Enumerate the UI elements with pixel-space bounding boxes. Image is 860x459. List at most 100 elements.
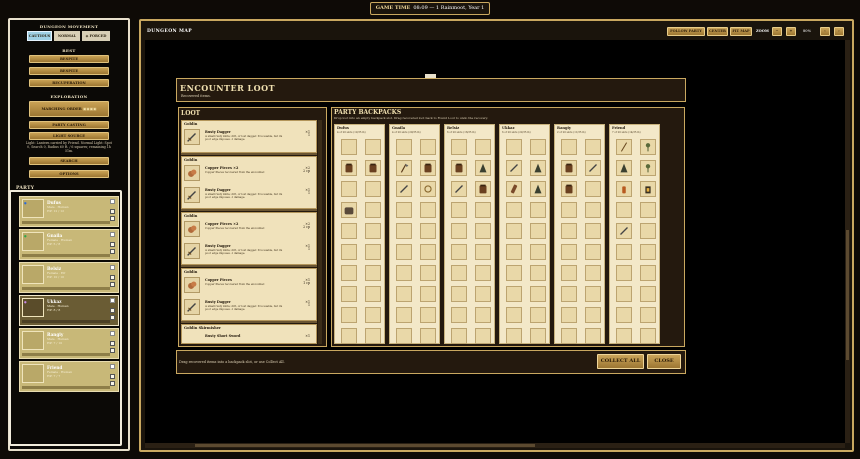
backpack-slot-empty[interactable] bbox=[585, 223, 601, 239]
member-up-icon[interactable] bbox=[110, 374, 115, 379]
backpack-slot-empty[interactable] bbox=[475, 286, 491, 302]
backpack-slot-empty[interactable] bbox=[341, 265, 357, 281]
backpack-slot-empty[interactable] bbox=[506, 202, 522, 218]
member-up-icon[interactable] bbox=[110, 242, 115, 247]
backpack-slot-empty[interactable] bbox=[396, 307, 412, 323]
loot-item[interactable]: Rusty Dagger A small rusty knife; dirt, … bbox=[184, 129, 316, 146]
backpack-slot-empty[interactable] bbox=[530, 244, 546, 260]
close-button[interactable]: CLOSE bbox=[647, 354, 681, 369]
loot-item[interactable]: Copper Pieces ×2 Copper Pieces recovered… bbox=[184, 165, 316, 182]
backpack-slot-empty[interactable] bbox=[561, 139, 577, 155]
backpack-slot-empty[interactable] bbox=[451, 202, 467, 218]
backpack-slot-filled[interactable] bbox=[506, 181, 522, 197]
backpack-slot-empty[interactable] bbox=[530, 139, 546, 155]
backpack-slot-empty[interactable] bbox=[561, 328, 577, 344]
party-member-card[interactable]: Friend Female · Human HP: 7 / 7 bbox=[19, 361, 119, 392]
backpack-slot-filled[interactable] bbox=[585, 160, 601, 176]
backpack-slot-empty[interactable] bbox=[561, 202, 577, 218]
backpack-slot-empty[interactable] bbox=[475, 223, 491, 239]
backpack-slot-empty[interactable] bbox=[420, 328, 436, 344]
backpack-slot-empty[interactable] bbox=[585, 328, 601, 344]
backpack-slot-filled[interactable] bbox=[530, 160, 546, 176]
backpack-slot-empty[interactable] bbox=[451, 139, 467, 155]
backpack-slot-filled[interactable] bbox=[475, 181, 491, 197]
backpack-slot-empty[interactable] bbox=[561, 244, 577, 260]
backpack-slot-empty[interactable] bbox=[506, 265, 522, 281]
backpack-slot-empty[interactable] bbox=[396, 286, 412, 302]
backpack-slot-empty[interactable] bbox=[640, 286, 656, 302]
member-up-icon[interactable] bbox=[110, 341, 115, 346]
backpack-slot-empty[interactable] bbox=[420, 202, 436, 218]
backpack-slot-empty[interactable] bbox=[365, 139, 381, 155]
loot-item[interactable]: Copper Pieces Copper Pieces recovered fr… bbox=[184, 277, 316, 294]
backpack-slot-empty[interactable] bbox=[365, 181, 381, 197]
backpack-slot-empty[interactable] bbox=[585, 286, 601, 302]
backpack-slot-filled[interactable] bbox=[396, 160, 412, 176]
member-checkbox[interactable] bbox=[110, 298, 115, 303]
backpack-slot-empty[interactable] bbox=[396, 244, 412, 260]
backpack-slot-empty[interactable] bbox=[475, 139, 491, 155]
backpack-slot-empty[interactable] bbox=[530, 307, 546, 323]
backpack-slot-empty[interactable] bbox=[396, 202, 412, 218]
backpack-slot-empty[interactable] bbox=[640, 244, 656, 260]
backpack-slot-filled[interactable] bbox=[365, 160, 381, 176]
map-horizontal-scroll-thumb[interactable] bbox=[195, 444, 535, 447]
backpack-slot-empty[interactable] bbox=[475, 265, 491, 281]
member-checkbox[interactable] bbox=[110, 199, 115, 204]
backpack-slot-empty[interactable] bbox=[530, 286, 546, 302]
backpack-slot-empty[interactable] bbox=[561, 265, 577, 281]
backpack-slot-empty[interactable] bbox=[530, 202, 546, 218]
backpack-slot-empty[interactable] bbox=[530, 223, 546, 239]
backpack-slot-empty[interactable] bbox=[365, 202, 381, 218]
backpack-slot-empty[interactable] bbox=[365, 223, 381, 239]
backpack-slot-filled[interactable] bbox=[616, 160, 632, 176]
backpack-slot-empty[interactable] bbox=[365, 244, 381, 260]
backpack-slot-filled[interactable] bbox=[475, 160, 491, 176]
map-vertical-scroll-thumb[interactable] bbox=[846, 230, 849, 360]
marching-order-button[interactable]: MARCHING ORDER ▣▣▣▣ bbox=[29, 101, 109, 117]
backpack-slot-empty[interactable] bbox=[341, 307, 357, 323]
backpack-slot-empty[interactable] bbox=[341, 328, 357, 344]
backpack-slot-empty[interactable] bbox=[506, 244, 522, 260]
loot-item[interactable]: Rusty Short Sword ×1 bbox=[184, 333, 316, 344]
backpack-slot-empty[interactable] bbox=[585, 265, 601, 281]
backpack-slot-empty[interactable] bbox=[506, 223, 522, 239]
backpack-slot-empty[interactable] bbox=[365, 286, 381, 302]
backpack-slot-empty[interactable] bbox=[585, 244, 601, 260]
backpack-slot-empty[interactable] bbox=[585, 181, 601, 197]
backpack-slot-empty[interactable] bbox=[640, 328, 656, 344]
backpack-slot-empty[interactable] bbox=[530, 328, 546, 344]
respite-button[interactable]: RESPITE bbox=[29, 55, 109, 63]
backpack-slot-empty[interactable] bbox=[640, 223, 656, 239]
member-down-icon[interactable] bbox=[110, 249, 115, 254]
zoom-out-icon[interactable]: − bbox=[772, 27, 782, 36]
backpack-slot-empty[interactable] bbox=[451, 328, 467, 344]
backpack-slot-empty[interactable] bbox=[365, 265, 381, 281]
backpack-slot-empty[interactable] bbox=[616, 286, 632, 302]
backpack-slot-filled[interactable] bbox=[640, 160, 656, 176]
backpack-slot-empty[interactable] bbox=[420, 139, 436, 155]
backpack-slot-filled[interactable] bbox=[616, 181, 632, 197]
backpack-slot-empty[interactable] bbox=[585, 139, 601, 155]
member-up-icon[interactable] bbox=[110, 308, 115, 313]
pan-right-icon[interactable]: › bbox=[834, 27, 844, 36]
move-cautious-button[interactable]: CAUTIOUS bbox=[27, 31, 52, 41]
backpack-slot-empty[interactable] bbox=[341, 181, 357, 197]
backpack-slot-empty[interactable] bbox=[616, 307, 632, 323]
member-down-icon[interactable] bbox=[110, 216, 115, 221]
backpack-slot-empty[interactable] bbox=[561, 286, 577, 302]
backpack-slot-empty[interactable] bbox=[365, 307, 381, 323]
party-member-card[interactable]: Rangiy Male · Human HP: 7 / 10 bbox=[19, 328, 119, 359]
backpack-slot-filled[interactable] bbox=[506, 160, 522, 176]
backpack-slot-empty[interactable] bbox=[420, 307, 436, 323]
backpack-slot-empty[interactable] bbox=[475, 328, 491, 344]
backpack-slot-empty[interactable] bbox=[365, 328, 381, 344]
member-down-icon[interactable] bbox=[110, 381, 115, 386]
backpack-slot-filled[interactable] bbox=[451, 160, 467, 176]
loot-item[interactable]: Rusty Dagger A small rusty knife; dirt, … bbox=[184, 187, 316, 204]
member-up-icon[interactable] bbox=[110, 209, 115, 214]
backpack-slot-empty[interactable] bbox=[451, 265, 467, 281]
pan-left-icon[interactable]: ‹ bbox=[820, 27, 830, 36]
respite-button-2[interactable]: RESPITE bbox=[29, 67, 109, 75]
backpack-slot-filled[interactable] bbox=[530, 181, 546, 197]
